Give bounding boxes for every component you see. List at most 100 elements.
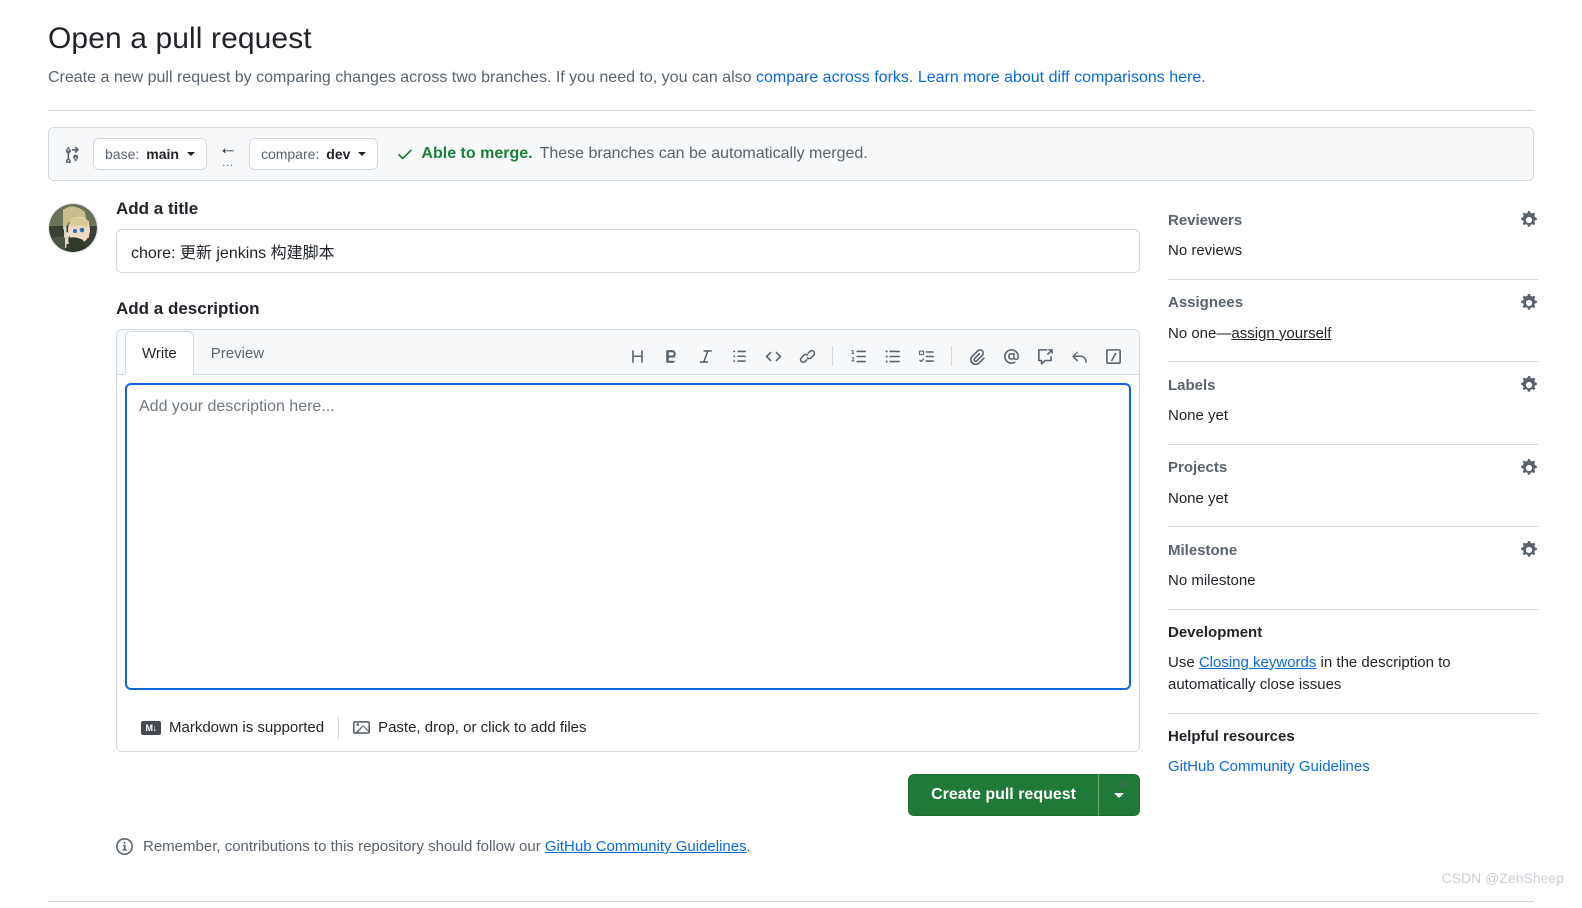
editor-footer: M↓ Markdown is supported Paste, drop, or…: [117, 703, 1139, 751]
git-compare-icon: [63, 145, 81, 163]
unordered-list-icon[interactable]: [876, 340, 908, 372]
compare-branch-name: dev: [326, 146, 351, 162]
pr-description-textarea[interactable]: [125, 383, 1131, 690]
markdown-supported-note[interactable]: M↓ Markdown is supported: [127, 719, 338, 736]
tab-write[interactable]: Write: [125, 331, 194, 375]
reply-icon[interactable]: [1063, 340, 1095, 372]
remember-text: Remember, contributions to this reposito…: [143, 838, 751, 855]
projects-title: Projects: [1168, 459, 1228, 476]
milestone-header: Milestone: [1168, 541, 1538, 559]
code-icon[interactable]: [757, 340, 789, 372]
gear-icon[interactable]: [1520, 293, 1538, 312]
chevron-down-icon: [358, 152, 367, 156]
compare-branch-selector[interactable]: compare: dev: [248, 138, 379, 170]
compare-across-forks-link[interactable]: compare across forks.: [756, 69, 913, 86]
direction-arrow: ← ...: [215, 139, 241, 169]
chevron-down-icon: [1114, 792, 1124, 798]
base-branch-label: base:: [105, 146, 140, 162]
merge-status-text: Able to merge.: [421, 145, 533, 162]
community-guidelines-link[interactable]: GitHub Community Guidelines: [545, 838, 747, 855]
diff-comparisons-link[interactable]: Learn more about diff comparisons here.: [918, 69, 1206, 86]
assignees-title: Assignees: [1168, 294, 1244, 311]
attach-file-icon[interactable]: [961, 340, 993, 372]
sidebar-section-projects: Projects None yet: [1168, 445, 1538, 527]
task-list-icon[interactable]: [910, 340, 942, 372]
watermark: CSDN @ZenSheep: [1441, 870, 1564, 886]
mention-icon[interactable]: [995, 340, 1027, 372]
description-editor: Write Preview Add your description here.…: [116, 329, 1140, 752]
arrow-dots: ...: [222, 155, 234, 169]
gear-icon[interactable]: [1520, 211, 1538, 229]
submit-row: Create pull request: [116, 774, 1140, 816]
sidebar-section-development: Development Use Closing keywords in the …: [1168, 610, 1538, 714]
saved-reply-icon[interactable]: [1029, 340, 1061, 372]
sidebar-section-reviewers: Reviewers No reviews: [1168, 205, 1538, 280]
gear-icon[interactable]: [1520, 458, 1538, 477]
reviewers-title: Reviewers: [1168, 211, 1243, 229]
markdown-supported-label: Markdown is supported: [169, 719, 325, 736]
description-field-label: Add a description: [116, 299, 260, 318]
development-prefix: Use: [1168, 653, 1199, 671]
sidebar-section-assignees: Assignees No one—assign yourself: [1168, 280, 1538, 362]
labels-body: None yet: [1168, 407, 1229, 424]
quote-icon[interactable]: [723, 340, 755, 372]
base-branch-name: main: [146, 146, 179, 162]
toolbar-divider: [951, 346, 952, 366]
branch-selector-bar: base: main ← ... compare: dev Able to me…: [48, 127, 1534, 181]
tab-preview[interactable]: Preview: [194, 331, 281, 375]
assignees-body: No one—assign yourself: [1168, 323, 1538, 346]
main-column: Add a title Add a description Write Prev…: [48, 199, 1140, 855]
create-pull-request-button[interactable]: Create pull request: [908, 774, 1098, 816]
link-icon[interactable]: [791, 340, 823, 372]
milestone-title: Milestone: [1168, 541, 1238, 559]
ordered-list-icon[interactable]: [842, 340, 874, 372]
assign-yourself-link[interactable]: assign yourself: [1231, 325, 1331, 342]
development-body: Use Closing keywords in the description …: [1168, 652, 1538, 697]
compare-branch-label: compare:: [260, 146, 320, 162]
projects-header: Projects: [1168, 458, 1538, 477]
base-branch-selector[interactable]: base: main: [93, 138, 207, 170]
closing-keywords-link[interactable]: Closing keywords: [1199, 654, 1317, 671]
remember-suffix: .: [746, 838, 751, 855]
development-title: Development: [1168, 623, 1263, 641]
remember-prefix: Remember, contributions to this reposito…: [143, 838, 545, 855]
bold-icon[interactable]: [655, 340, 687, 372]
development-header: Development: [1168, 624, 1538, 641]
editor-tabs: Write Preview: [117, 330, 281, 375]
info-icon: [116, 838, 133, 855]
slash-command-icon[interactable]: [1097, 340, 1129, 372]
pr-title-input[interactable]: [116, 229, 1140, 273]
reviewers-body: No reviews: [1168, 242, 1243, 259]
create-pr-dropdown-button[interactable]: [1098, 774, 1140, 816]
milestone-body: No milestone: [1168, 572, 1256, 589]
title-field-label: Add a title: [116, 199, 199, 218]
pr-sidebar: Reviewers No reviews Assignees No one—as…: [1168, 199, 1538, 855]
labels-title: Labels: [1168, 376, 1216, 394]
assignees-header: Assignees: [1168, 293, 1538, 312]
attach-files-button[interactable]: Paste, drop, or click to add files: [339, 719, 600, 736]
page-subtitle: Create a new pull request by comparing c…: [48, 66, 1534, 90]
gear-icon[interactable]: [1520, 541, 1538, 559]
helpful-resources-body: GitHub Community Guidelines: [1168, 756, 1538, 779]
community-guidelines-note: Remember, contributions to this reposito…: [116, 838, 1140, 855]
gear-icon[interactable]: [1520, 376, 1538, 394]
helpful-resources-header: Helpful resources: [1168, 728, 1538, 745]
chevron-down-icon: [186, 152, 195, 156]
heading-icon[interactable]: [621, 340, 653, 372]
sidebar-section-labels: Labels None yet: [1168, 362, 1538, 445]
helpful-community-guidelines-link[interactable]: GitHub Community Guidelines: [1168, 758, 1370, 775]
header-divider: [48, 110, 1534, 111]
assignees-none-text: No one—: [1168, 324, 1232, 342]
check-icon: [396, 145, 414, 163]
form-column: Add a title Add a description Write Prev…: [116, 199, 1140, 855]
toolbar-divider: [832, 346, 833, 366]
markdown-icon: M↓: [141, 720, 161, 735]
pull-request-page: Open a pull request Create a new pull re…: [0, 0, 1582, 908]
italic-icon[interactable]: [689, 340, 721, 372]
page-body: Add a title Add a description Write Prev…: [0, 181, 1582, 855]
labels-header: Labels: [1168, 376, 1538, 394]
helpful-resources-title: Helpful resources: [1168, 727, 1295, 745]
sidebar-section-milestone: Milestone No milestone: [1168, 527, 1538, 610]
create-pr-button-group: Create pull request: [908, 774, 1140, 816]
reviewers-header: Reviewers: [1168, 211, 1538, 229]
